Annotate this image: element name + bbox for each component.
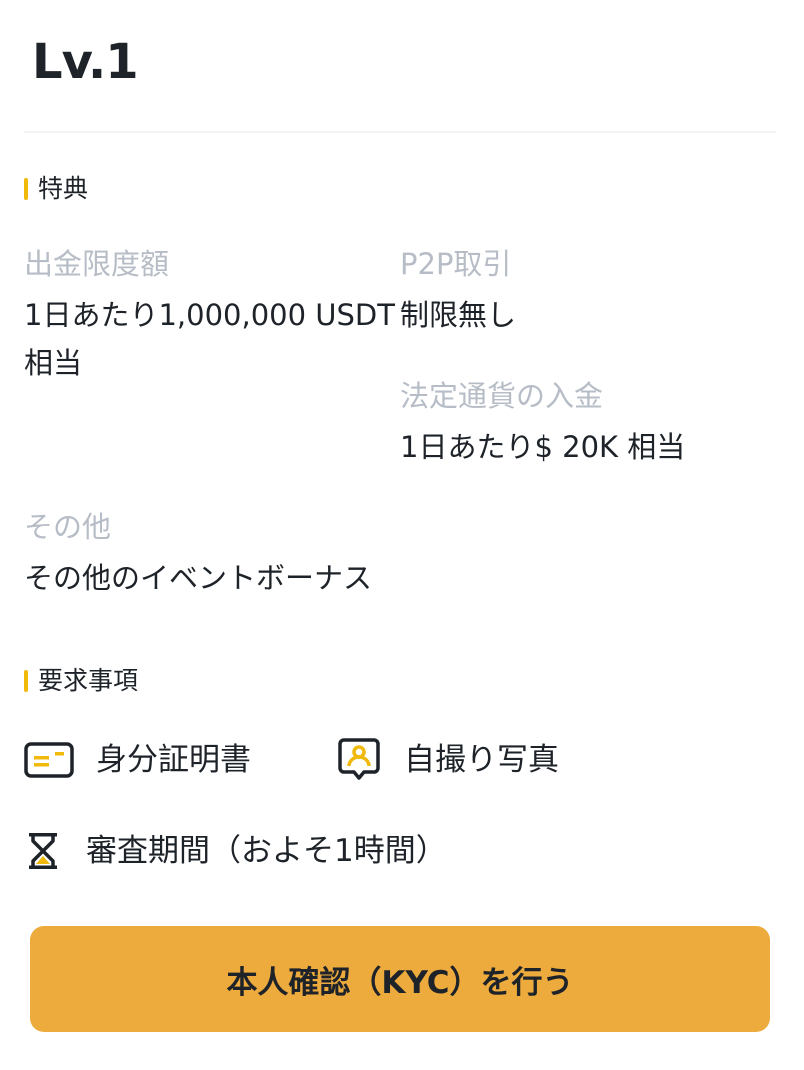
benefits-heading: 特典: [24, 174, 88, 204]
fiat-deposit-field: 法定通貨の入金 1日あたり$ 20K 相当: [400, 377, 780, 471]
heading-accent-bar: [24, 178, 28, 200]
level-title: Lv.1: [32, 34, 139, 90]
hourglass-icon: [26, 829, 86, 873]
p2p-value: 制限無し: [400, 298, 517, 332]
requirement-review-time: 審査期間（およそ1時間）: [26, 829, 447, 873]
benefits-heading-label: 特典: [38, 174, 89, 203]
withdrawal-limit-field: 出金限度額 1日あたり1,000,000 USDT相当: [24, 245, 400, 387]
withdrawal-limit-value: 1日あたり1,000,000 USDT相当: [24, 298, 395, 380]
other-benefits-label: その他: [24, 510, 112, 544]
requirement-review-time-label: 審査期間（およそ1時間）: [86, 833, 447, 869]
heading-accent-bar: [24, 670, 28, 692]
fiat-deposit-label: 法定通貨の入金: [400, 379, 604, 413]
requirement-selfie: 自撮り写真: [338, 738, 559, 782]
start-kyc-button[interactable]: 本人確認（KYC）を行う: [30, 926, 770, 1032]
requirement-selfie-label: 自撮り写真: [404, 742, 559, 778]
other-benefits-field: その他 その他のイベントボーナス: [24, 508, 524, 602]
requirements-heading-label: 要求事項: [38, 666, 139, 695]
fiat-deposit-value: 1日あたり$ 20K 相当: [400, 430, 686, 464]
other-benefits-value: その他のイベントボーナス: [24, 561, 373, 595]
withdrawal-limit-label: 出金限度額: [24, 247, 170, 281]
requirement-id-document-label: 身分証明書: [96, 742, 251, 778]
p2p-label: P2P取引: [400, 247, 512, 281]
p2p-field: P2P取引 制限無し: [400, 245, 780, 339]
requirement-id-document: 身分証明書: [24, 738, 251, 782]
requirements-heading: 要求事項: [24, 666, 138, 696]
selfie-icon: [338, 738, 404, 782]
kyc-level-page: Lv.1 特典 出金限度額 1日あたり1,000,000 USDT相当 P2P取…: [0, 0, 804, 1070]
id-card-icon: [24, 738, 96, 782]
header-divider: [24, 131, 776, 133]
